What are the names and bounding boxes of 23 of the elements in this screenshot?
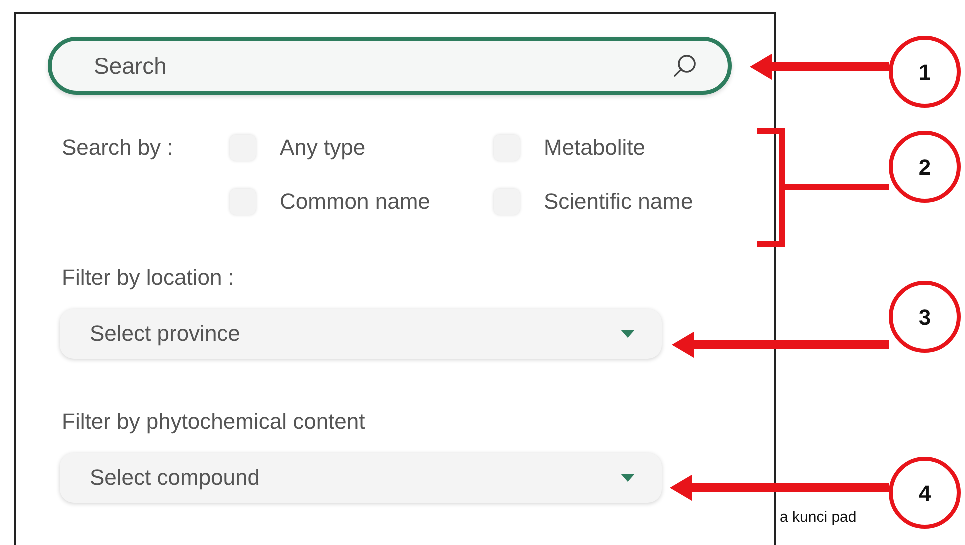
callout-circle	[889, 36, 961, 108]
callout-number: 1	[918, 60, 932, 85]
search-icon	[672, 53, 698, 79]
dropdown[interactable]: Select compound	[60, 453, 662, 503]
search-by-label: Search by :	[62, 135, 174, 162]
checkbox-label: Scientific name	[544, 189, 694, 215]
checkbox-label: Any type	[280, 135, 366, 161]
callout-circle	[889, 457, 961, 529]
callout-number: 3	[918, 305, 932, 330]
callout-number: 2	[918, 155, 932, 180]
caret-icon	[620, 473, 636, 483]
search-field[interactable]: Search	[48, 37, 732, 95]
background-text: a kunci pad	[780, 509, 857, 526]
callout-number: 4	[918, 481, 932, 506]
search-input[interactable]: Search	[92, 52, 672, 80]
callout-circle	[889, 281, 961, 353]
checkbox-label: Common name	[280, 189, 430, 215]
callout-circle	[889, 131, 961, 203]
filter-label: Filter by phytochemical content	[62, 409, 366, 435]
dropdown[interactable]: Select province	[60, 309, 662, 359]
checkbox-label: Metabolite	[544, 135, 646, 161]
filter-label: Filter by location :	[62, 265, 236, 291]
caret-icon	[620, 329, 636, 339]
